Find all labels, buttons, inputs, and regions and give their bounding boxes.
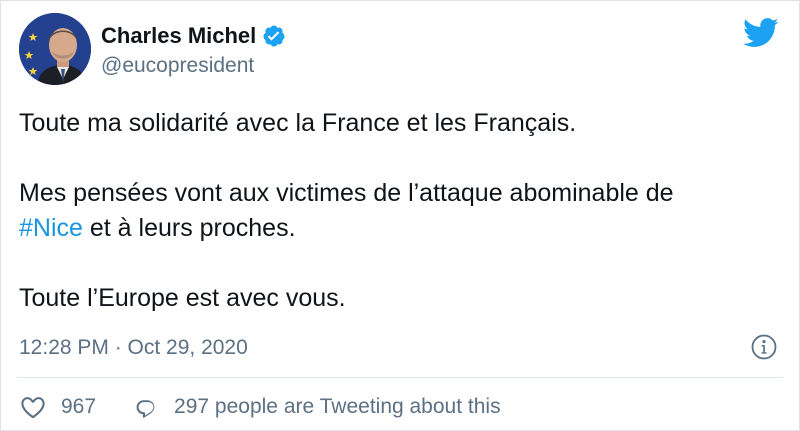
- tweet-line-2: Mes pensées vont aux victimes de l’attaq…: [19, 179, 674, 207]
- verified-badge-icon: [262, 24, 286, 48]
- tweet-timestamp[interactable]: 12:28 PM · Oct 29, 2020: [19, 335, 248, 361]
- display-name-row: Charles Michel: [101, 23, 286, 49]
- conversation-text: 297 people are Tweeting about this: [174, 395, 501, 418]
- avatar-image: [19, 13, 91, 85]
- tweet-line-1: Toute ma solidarité avec la France et le…: [19, 109, 577, 137]
- tweet-line-3-rest: et à leurs proches.: [82, 214, 296, 242]
- heart-icon: [21, 397, 45, 419]
- divider: [17, 377, 783, 378]
- tweet-text: Toute ma solidarité avec la France et le…: [19, 106, 779, 316]
- twitter-bird-icon[interactable]: [743, 18, 779, 48]
- speech-bubble-icon: [136, 400, 155, 418]
- avatar[interactable]: [19, 13, 91, 85]
- tweet-line-4: Toute l’Europe est avec vous.: [19, 284, 346, 312]
- author-block: Charles Michel @eucopresident: [101, 23, 286, 79]
- tweet-line-3: #Nice et à leurs proches.: [19, 211, 779, 246]
- conversation-link[interactable]: 297 people are Tweeting about this: [132, 393, 501, 421]
- like-count: 967: [61, 395, 97, 418]
- like-button[interactable]: 967: [19, 393, 96, 421]
- display-name[interactable]: Charles Michel: [101, 23, 256, 49]
- author-handle[interactable]: @eucopresident: [101, 53, 286, 79]
- tweet-actions: 967 297 people are Tweeting about this: [19, 393, 501, 421]
- tweet-card: Charles Michel @eucopresident Toute ma s…: [0, 0, 800, 431]
- info-icon[interactable]: [751, 334, 777, 360]
- hashtag-link[interactable]: #Nice: [19, 214, 83, 242]
